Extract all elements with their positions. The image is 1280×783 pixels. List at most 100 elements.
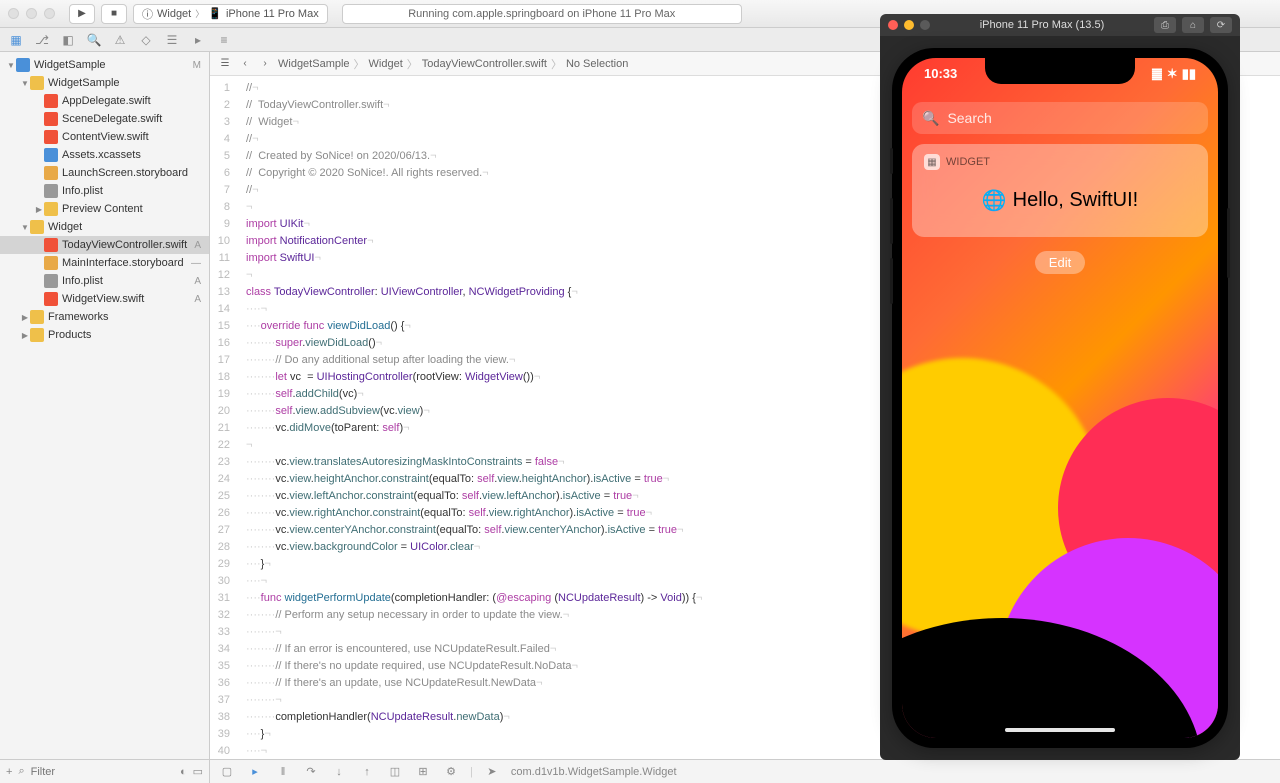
code-line[interactable]: ¬ <box>246 199 702 216</box>
code-line[interactable]: // Copyright © 2020 SoNice!. All rights … <box>246 165 702 182</box>
step-into-icon[interactable]: ↓ <box>330 766 348 778</box>
tree-row[interactable]: TodayViewController.swiftA <box>0 236 209 254</box>
sim-minimize-dot[interactable] <box>904 20 914 30</box>
sim-close-dot[interactable] <box>888 20 898 30</box>
code-line[interactable]: ········vc.view.translatesAutoresizingMa… <box>246 454 702 471</box>
code-line[interactable]: ········// Perform any setup necessary i… <box>246 607 702 624</box>
step-out-icon[interactable]: ↑ <box>358 766 376 778</box>
jump-segment[interactable]: TodayViewController.swift <box>422 58 547 70</box>
issue-navigator-icon[interactable]: ⚠ <box>112 32 128 48</box>
code-line[interactable]: //¬ <box>246 182 702 199</box>
environment-icon[interactable]: ⚙ <box>442 765 460 778</box>
code-line[interactable]: ····override func viewDidLoad() {¬ <box>246 318 702 335</box>
jump-segment[interactable]: Widget <box>369 58 403 70</box>
home-icon[interactable]: ⌂ <box>1182 17 1204 33</box>
disclosure-icon[interactable]: ▼ <box>6 61 16 70</box>
memory-graph-icon[interactable]: ⊞ <box>414 765 432 778</box>
code-line[interactable]: ¬ <box>246 437 702 454</box>
spotlight-search[interactable]: 🔍 Search <box>912 102 1208 134</box>
project-navigator-icon[interactable]: ▦ <box>8 32 24 48</box>
code-line[interactable]: ····}¬ <box>246 726 702 743</box>
zoom-window-dot[interactable] <box>44 8 55 19</box>
minimize-window-dot[interactable] <box>26 8 37 19</box>
code-line[interactable]: ········vc.view.backgroundColor = UIColo… <box>246 539 702 556</box>
scm-filter-icon[interactable]: ▭ <box>193 765 203 778</box>
code-line[interactable]: ········¬ <box>246 692 702 709</box>
tree-row[interactable]: ▼WidgetSampleM <box>0 56 209 74</box>
view-debug-icon[interactable]: ◫ <box>386 765 404 778</box>
debug-process[interactable]: com.d1v1b.WidgetSample.Widget <box>511 766 677 778</box>
code-line[interactable]: ····¬ <box>246 743 702 759</box>
disclosure-icon[interactable]: ▼ <box>20 223 30 232</box>
code-line[interactable]: ········self.view.addSubview(vc.view)¬ <box>246 403 702 420</box>
code-line[interactable]: ········vc.view.centerYAnchor.constraint… <box>246 522 702 539</box>
tree-row[interactable]: ▼WidgetSample <box>0 74 209 92</box>
device-screen[interactable]: 10:33 ䷀ ✶ ▮▮ 🔍 Search ▦ W <box>902 58 1218 738</box>
run-button[interactable]: ▶ <box>69 4 95 24</box>
debug-navigator-icon[interactable]: ☰ <box>164 32 180 48</box>
recent-icon[interactable]: ◐ <box>180 766 187 778</box>
disclosure-icon[interactable]: ▶ <box>20 313 30 322</box>
breakpoint-navigator-icon[interactable]: ▸ <box>190 32 206 48</box>
code-line[interactable]: ········vc.view.leftAnchor.constraint(eq… <box>246 488 702 505</box>
screenshot-icon[interactable]: ⎙ <box>1154 17 1176 33</box>
code-line[interactable]: import NotificationCenter¬ <box>246 233 702 250</box>
code-line[interactable]: ········let vc = UIHostingController(roo… <box>246 369 702 386</box>
widget-card[interactable]: ▦ WIDGET 🌐 Hello, SwiftUI! <box>912 144 1208 237</box>
tree-row[interactable]: SceneDelegate.swift <box>0 110 209 128</box>
code-line[interactable]: ····}¬ <box>246 556 702 573</box>
tree-row[interactable]: ▼Widget <box>0 218 209 236</box>
code-area[interactable]: //¬// TodayViewController.swift¬// Widge… <box>238 76 710 759</box>
jump-segment[interactable]: WidgetSample <box>278 58 350 70</box>
code-line[interactable]: //¬ <box>246 80 702 97</box>
code-line[interactable]: ········// Do any additional setup after… <box>246 352 702 369</box>
tree-row[interactable]: ContentView.swift <box>0 128 209 146</box>
code-line[interactable]: ········vc.didMove(toParent: self)¬ <box>246 420 702 437</box>
breakpoints-icon[interactable]: ▸ <box>246 765 264 778</box>
hide-debug-icon[interactable]: ▢ <box>218 765 236 778</box>
code-line[interactable]: ¬ <box>246 267 702 284</box>
code-line[interactable]: ········// If there's an update, use NCU… <box>246 675 702 692</box>
tree-row[interactable]: ▶Products <box>0 326 209 344</box>
code-line[interactable]: // Created by SoNice! on 2020/06/13.¬ <box>246 148 702 165</box>
sim-zoom-dot[interactable] <box>920 20 930 30</box>
location-icon[interactable]: ➤ <box>483 765 501 778</box>
report-navigator-icon[interactable]: ≡ <box>216 32 232 48</box>
continue-icon[interactable]: ‖ <box>274 766 292 778</box>
code-line[interactable]: import SwiftUI¬ <box>246 250 702 267</box>
filter-icon[interactable]: ⌕ <box>18 765 24 778</box>
code-line[interactable]: ········// If there's no update required… <box>246 658 702 675</box>
find-navigator-icon[interactable]: 🔍 <box>86 32 102 48</box>
code-line[interactable]: // Widget¬ <box>246 114 702 131</box>
code-line[interactable]: ········// If an error is encountered, u… <box>246 641 702 658</box>
code-line[interactable]: ········¬ <box>246 624 702 641</box>
symbol-navigator-icon[interactable]: ◧ <box>60 32 76 48</box>
close-window-dot[interactable] <box>8 8 19 19</box>
tree-row[interactable]: ▶Frameworks <box>0 308 209 326</box>
tree-row[interactable]: ▶Preview Content <box>0 200 209 218</box>
related-items-icon[interactable]: ☰ <box>218 57 232 71</box>
tree-row[interactable]: AppDelegate.swift <box>0 92 209 110</box>
tree-row[interactable]: LaunchScreen.storyboard <box>0 164 209 182</box>
tree-row[interactable]: WidgetView.swiftA <box>0 290 209 308</box>
home-indicator[interactable] <box>1005 728 1115 732</box>
mute-switch[interactable] <box>890 148 893 174</box>
code-line[interactable]: ········vc.view.heightAnchor.constraint(… <box>246 471 702 488</box>
side-button[interactable] <box>1227 208 1230 278</box>
filter-input[interactable] <box>31 766 174 778</box>
tree-row[interactable]: MainInterface.storyboard— <box>0 254 209 272</box>
code-line[interactable]: class TodayViewController: UIViewControl… <box>246 284 702 301</box>
step-over-icon[interactable]: ↷ <box>302 765 320 778</box>
source-control-navigator-icon[interactable]: ⎇ <box>34 32 50 48</box>
code-line[interactable]: // TodayViewController.swift¬ <box>246 97 702 114</box>
simulator-titlebar[interactable]: iPhone 11 Pro Max (13.5) ⎙ ⌂ ⟳ <box>880 14 1240 36</box>
tree-row[interactable]: Assets.xcassets <box>0 146 209 164</box>
volume-up-button[interactable] <box>890 198 893 244</box>
code-line[interactable]: ········completionHandler(NCUpdateResult… <box>246 709 702 726</box>
code-line[interactable]: import UIKit¬ <box>246 216 702 233</box>
scheme-selector[interactable]: ⓘ Widget 〉 📱 iPhone 11 Pro Max <box>133 4 328 24</box>
edit-widgets-button[interactable]: Edit <box>1035 251 1085 274</box>
code-line[interactable]: ········super.viewDidLoad()¬ <box>246 335 702 352</box>
disclosure-icon[interactable]: ▶ <box>20 331 30 340</box>
disclosure-icon[interactable]: ▼ <box>20 79 30 88</box>
